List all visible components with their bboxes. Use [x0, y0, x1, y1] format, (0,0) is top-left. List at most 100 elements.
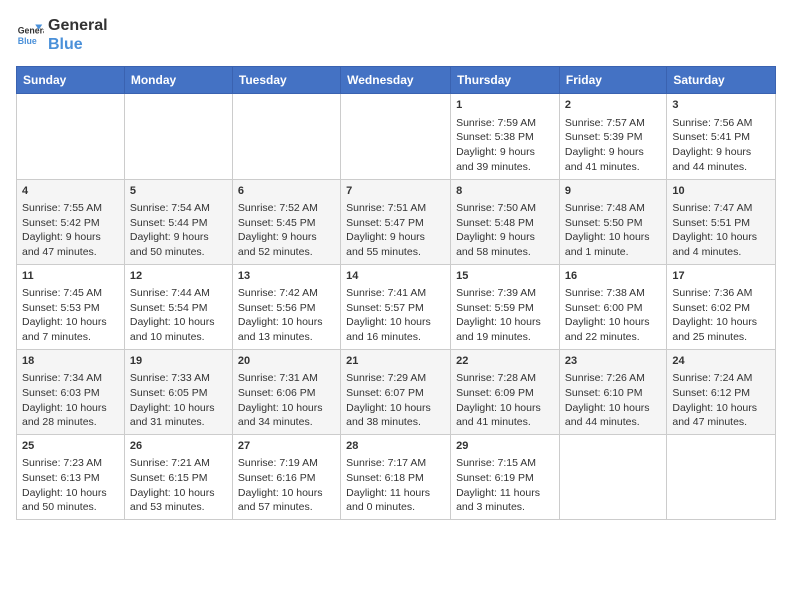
cell-text: Daylight: 10 hours [565, 401, 661, 416]
logo-text: General [48, 16, 108, 35]
cell-text: Sunrise: 7:59 AM [456, 116, 554, 131]
header-row: Sunday Monday Tuesday Wednesday Thursday… [17, 67, 776, 94]
calendar-table: Sunday Monday Tuesday Wednesday Thursday… [16, 66, 776, 520]
cell-text: Sunset: 6:16 PM [238, 471, 335, 486]
day-number: 21 [346, 354, 445, 369]
calendar-cell: 16Sunrise: 7:38 AMSunset: 6:00 PMDayligh… [559, 264, 666, 349]
cell-text: Sunrise: 7:52 AM [238, 201, 335, 216]
cell-text: and 50 minutes. [22, 500, 119, 515]
day-number: 20 [238, 354, 335, 369]
cell-text: Daylight: 9 hours [456, 145, 554, 160]
cell-text: Sunset: 5:57 PM [346, 301, 445, 316]
day-number: 19 [130, 354, 227, 369]
calendar-cell: 19 Sunrise: 7:33 AMSunset: 6:05 PMDayligh… [124, 349, 232, 434]
week-row-4: 25Sunrise: 7:23 AMSunset: 6:13 PMDayligh… [17, 434, 776, 519]
cell-text: Daylight: 9 hours [130, 230, 227, 245]
day-number: 26 [130, 439, 227, 454]
week-row-1: 4 Sunrise: 7:55 AMSunset: 5:42 PM Daylight… [17, 179, 776, 264]
day-number: 13 [238, 269, 335, 284]
cell-text: and 25 minutes. [672, 330, 770, 345]
week-row-3: 18Sunrise: 7:34 AMSunset: 6:03 PMDayligh… [17, 349, 776, 434]
cell-text: Sunrise: 7:23 AM [22, 456, 119, 471]
col-tuesday: Tuesday [232, 67, 340, 94]
cell-text: Daylight: 10 hours [22, 401, 119, 416]
calendar-cell: 17Sunrise: 7:36 AMSunset: 6:02 PMDayligh… [667, 264, 776, 349]
cell-text: Sunset: 6:10 PM [565, 386, 661, 401]
cell-text: Sunset: 6:19 PM [456, 471, 554, 486]
cell-text: Sunset: 5:50 PM [565, 216, 661, 231]
cell-text: Sunrise: 7:47 AM [672, 201, 770, 216]
cell-text: Daylight: 10 hours [346, 315, 445, 330]
cell-text: Daylight: 10 hours [456, 315, 554, 330]
cell-text: Sunrise: 7:19 AM [238, 456, 335, 471]
week-row-2: 11Sunrise: 7:45 AMSunset: 5:53 PMDayligh… [17, 264, 776, 349]
cell-text: Sunrise: 7:55 AM [22, 201, 119, 216]
day-number: 6 [238, 184, 335, 199]
cell-text: Sunset: 5:42 PM [22, 216, 119, 231]
cell-text: Sunset: 5:48 PM [456, 216, 554, 231]
calendar-cell: 10Sunrise: 7:47 AMSunset: 5:51 PMDayligh… [667, 179, 776, 264]
day-number: 25 [22, 439, 119, 454]
cell-text: Sunset: 6:13 PM [22, 471, 119, 486]
calendar-cell: 18Sunrise: 7:34 AMSunset: 6:03 PMDayligh… [17, 349, 125, 434]
cell-text: and 52 minutes. [238, 245, 335, 260]
cell-text: Sunset: 5:47 PM [346, 216, 445, 231]
svg-text:Blue: Blue [18, 36, 37, 46]
day-number: 11 [22, 269, 119, 284]
cell-text: Sunset: 6:18 PM [346, 471, 445, 486]
calendar-cell: 6Sunrise: 7:52 AMSunset: 5:45 PMDaylight… [232, 179, 340, 264]
cell-text: Daylight: 10 hours [672, 230, 770, 245]
cell-text: Sunset: 6:03 PM [22, 386, 119, 401]
cell-text: and 7 minutes. [22, 330, 119, 345]
cell-text: Sunset: 5:38 PM [456, 130, 554, 145]
calendar-cell: 22Sunrise: 7:28 AMSunset: 6:09 PMDayligh… [451, 349, 560, 434]
cell-text: Sunrise: 7:28 AM [456, 371, 554, 386]
cell-text: Sunrise: 7:38 AM [565, 286, 661, 301]
cell-text: Sunrise: 7:33 AM [130, 371, 227, 386]
cell-text: Daylight: 10 hours [238, 401, 335, 416]
cell-text: and 1 minute. [565, 245, 661, 260]
cell-text: Sunrise: 7:56 AM [672, 116, 770, 131]
cell-text: Daylight: 10 hours [238, 315, 335, 330]
day-number: 22 [456, 354, 554, 369]
col-saturday: Saturday [667, 67, 776, 94]
cell-text: Daylight: 11 hours [346, 486, 445, 501]
cell-text: Daylight: 10 hours [346, 401, 445, 416]
cell-text: Sunset: 6:07 PM [346, 386, 445, 401]
cell-text: Sunset: 5:41 PM [672, 130, 770, 145]
cell-text: and 0 minutes. [346, 500, 445, 515]
cell-text: Sunset: 5:54 PM [130, 301, 227, 316]
day-number: 14 [346, 269, 445, 284]
calendar-cell: 9Sunrise: 7:48 AMSunset: 5:50 PMDaylight… [559, 179, 666, 264]
cell-text: Daylight: 10 hours [130, 401, 227, 416]
calendar-cell [232, 94, 340, 179]
cell-text: and 3 minutes. [456, 500, 554, 515]
cell-text: Sunset: 6:05 PM [130, 386, 227, 401]
cell-text: Daylight: 10 hours [22, 486, 119, 501]
calendar-cell: 3Sunrise: 7:56 AMSunset: 5:41 PMDaylight… [667, 94, 776, 179]
cell-text: and 47 minutes. [672, 415, 770, 430]
cell-text: Daylight: 10 hours [22, 315, 119, 330]
cell-text: and 44 minutes. [672, 160, 770, 175]
calendar-cell: 27Sunrise: 7:19 AMSunset: 6:16 PMDayligh… [232, 434, 340, 519]
cell-text: and 19 minutes. [456, 330, 554, 345]
cell-text: Daylight: 9 hours [238, 230, 335, 245]
cell-text: Daylight: 9 hours [346, 230, 445, 245]
calendar-cell: 1Sunrise: 7:59 AMSunset: 5:38 PMDaylight… [451, 94, 560, 179]
day-number: 23 [565, 354, 661, 369]
week-row-0: 1Sunrise: 7:59 AMSunset: 5:38 PMDaylight… [17, 94, 776, 179]
day-number: 4 [22, 184, 119, 199]
cell-text: Sunset: 5:56 PM [238, 301, 335, 316]
cell-text: Sunrise: 7:57 AM [565, 116, 661, 131]
cell-text: and 44 minutes. [565, 415, 661, 430]
cell-text: Sunset: 6:09 PM [456, 386, 554, 401]
cell-text: Sunset: 5:53 PM [22, 301, 119, 316]
cell-text: Sunset: 5:44 PM [130, 216, 227, 231]
cell-text: Sunset: 6:15 PM [130, 471, 227, 486]
calendar-cell: 14Sunrise: 7:41 AMSunset: 5:57 PMDayligh… [341, 264, 451, 349]
calendar-cell: 24Sunrise: 7:24 AMSunset: 6:12 PMDayligh… [667, 349, 776, 434]
cell-text: Sunset: 6:02 PM [672, 301, 770, 316]
cell-text: and 31 minutes. [130, 415, 227, 430]
cell-text: and 22 minutes. [565, 330, 661, 345]
calendar-cell: 11Sunrise: 7:45 AMSunset: 5:53 PMDayligh… [17, 264, 125, 349]
